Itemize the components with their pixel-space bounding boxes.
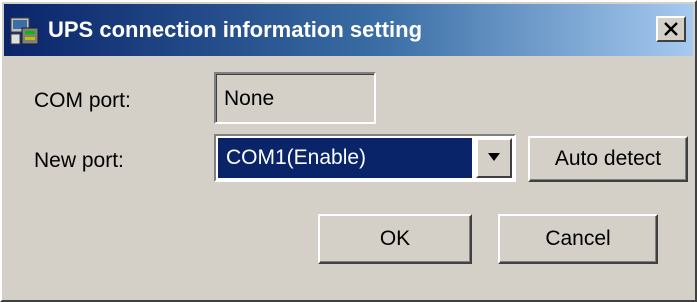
title-bar[interactable]: UPS connection information setting (4, 4, 693, 56)
new-port-label: New port: (34, 149, 124, 172)
ok-button[interactable]: OK (318, 214, 472, 264)
new-port-select[interactable]: COM1(Enable) (214, 134, 516, 182)
auto-detect-button[interactable]: Auto detect (528, 136, 688, 182)
ups-app-icon (10, 16, 40, 46)
new-port-dropdown-button[interactable] (476, 138, 512, 178)
close-button[interactable] (656, 16, 686, 42)
com-port-label: COM port: (34, 89, 131, 112)
cancel-button[interactable]: Cancel (498, 214, 658, 264)
window-title: UPS connection information setting (48, 17, 423, 42)
com-port-field: None (214, 72, 376, 124)
new-port-selected-value[interactable]: COM1(Enable) (218, 138, 472, 178)
ups-connection-dialog: UPS connection information setting COM p… (0, 0, 697, 302)
